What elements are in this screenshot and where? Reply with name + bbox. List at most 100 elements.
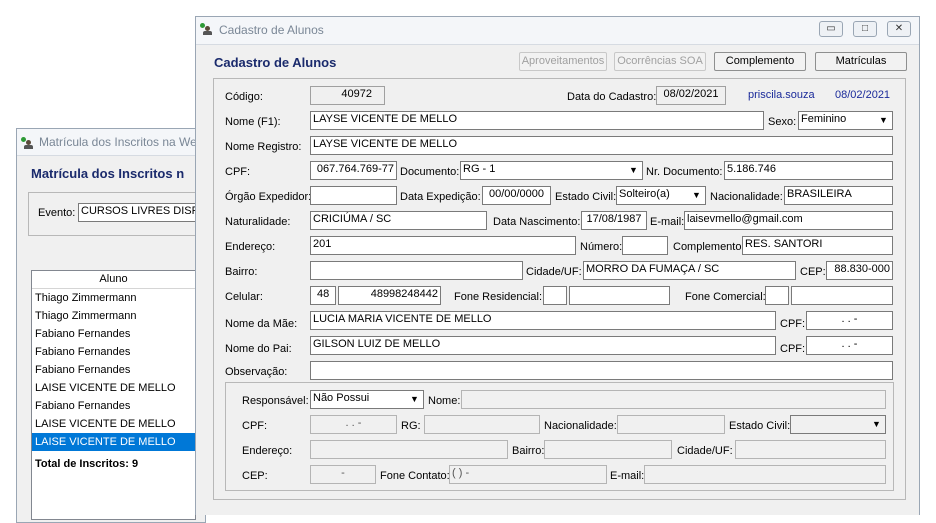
naturalidade-label: Naturalidade:: [225, 216, 291, 228]
chevron-down-icon[interactable]: ▼: [876, 113, 891, 128]
complemento-field[interactable]: RES. SANTORI: [742, 236, 893, 255]
fone-residencial-label: Fone Residencial:: [454, 291, 543, 303]
bairro-field[interactable]: [310, 261, 523, 280]
matricula-heading: Matrícula dos Inscritos n: [31, 166, 185, 181]
resp-bairro-label: Bairro:: [512, 445, 545, 457]
minimize-button[interactable]: ▭: [819, 21, 843, 37]
sexo-value: Feminino: [801, 113, 847, 125]
list-item[interactable]: Fabiano Fernandes: [32, 397, 195, 415]
numero-label: Número:: [580, 241, 623, 253]
fone-residencial-field[interactable]: [569, 286, 670, 305]
cpf-mae-label: CPF:: [780, 318, 806, 330]
resp-rg-field[interactable]: [424, 415, 540, 434]
resp-cidade-uf-field[interactable]: [735, 440, 886, 459]
naturalidade-field[interactable]: CRICIÚMA / SC: [310, 211, 487, 230]
matriculas-button[interactable]: Matrículas: [815, 52, 907, 71]
nome-mae-field[interactable]: LUCIA MARIA VICENTE DE MELLO: [310, 311, 776, 330]
close-button[interactable]: ✕: [887, 21, 911, 37]
orgao-expedidor-field[interactable]: [310, 186, 397, 205]
nr-documento-field[interactable]: 5.186.746: [724, 161, 893, 180]
list-item[interactable]: Fabiano Fernandes: [32, 361, 195, 379]
nome-registro-field[interactable]: LAYSE VICENTE DE MELLO: [310, 136, 893, 155]
responsavel-label: Responsável:: [242, 395, 309, 407]
chevron-down-icon[interactable]: ▼: [689, 188, 704, 203]
cidade-uf-field[interactable]: MORRO DA FUMAÇA / SC: [583, 261, 796, 280]
sexo-select[interactable]: Feminino ▼: [798, 111, 893, 130]
sexo-label: Sexo:: [768, 116, 797, 128]
total-inscritos: Total de Inscritos: 9: [35, 458, 139, 470]
list-item[interactable]: LAISE VICENTE DE MELLO: [32, 379, 195, 397]
observacao-field[interactable]: [310, 361, 893, 380]
resp-endereco-field[interactable]: [310, 440, 508, 459]
estado-civil-label: Estado Civil:: [555, 191, 617, 203]
resp-bairro-field[interactable]: [544, 440, 672, 459]
resp-cpf-field[interactable]: . . -: [310, 415, 397, 434]
matricula-window[interactable]: Matrícula dos Inscritos na We Matrícula …: [16, 128, 218, 523]
fone-comercial-ddd-field[interactable]: [765, 286, 789, 305]
complemento-label: Complemento:: [673, 241, 745, 253]
nome-label: Nome (F1):: [225, 116, 281, 128]
matricula-titlebar[interactable]: Matrícula dos Inscritos na We: [17, 129, 205, 156]
list-item[interactable]: Thiago Zimmermann: [32, 289, 195, 307]
codigo-field[interactable]: 40972: [310, 86, 385, 105]
evento-field[interactable]: CURSOS LIVRES DISP: [78, 203, 208, 222]
resp-email-field[interactable]: [644, 465, 886, 484]
data-expedicao-label: Data Expedição:: [400, 191, 481, 203]
cep-label: CEP:: [800, 266, 826, 278]
observacao-label: Observação:: [225, 366, 288, 378]
aproveitamentos-button[interactable]: Aproveitamentos: [519, 52, 607, 71]
evento-label: Evento:: [38, 207, 76, 219]
resp-nome-field[interactable]: [461, 390, 886, 409]
cidade-uf-label: Cidade/UF:: [526, 266, 582, 278]
chevron-down-icon[interactable]: ▼: [626, 163, 641, 178]
students-list[interactable]: Aluno Thiago Zimmermann Thiago Zimmermann…: [31, 270, 196, 520]
chevron-down-icon[interactable]: ▼: [869, 417, 884, 432]
list-item[interactable]: Fabiano Fernandes: [32, 325, 195, 343]
complemento-button[interactable]: Complemento: [714, 52, 806, 71]
cpf-mae-field[interactable]: . . -: [806, 311, 893, 330]
numero-field[interactable]: [622, 236, 668, 255]
resp-nacionalidade-field[interactable]: [617, 415, 725, 434]
responsavel-select[interactable]: Não Possui ▼: [310, 390, 424, 409]
resp-nacionalidade-label: Nacionalidade:: [544, 420, 617, 432]
cpf-field[interactable]: 067.764.769-77: [310, 161, 397, 180]
nome-pai-field[interactable]: GILSON LUIZ DE MELLO: [310, 336, 776, 355]
celular-field[interactable]: 48998248442: [338, 286, 441, 305]
fone-comercial-field[interactable]: [791, 286, 893, 305]
endereco-field[interactable]: 201: [310, 236, 576, 255]
cpf-pai-label: CPF:: [780, 343, 806, 355]
cadastro-title: Cadastro de Alunos: [219, 23, 324, 37]
estado-civil-select[interactable]: Solteiro(a) ▼: [616, 186, 706, 205]
cpf-label: CPF:: [225, 166, 251, 178]
matricula-title: Matrícula dos Inscritos na We: [39, 135, 197, 149]
cpf-pai-field[interactable]: . . -: [806, 336, 893, 355]
resp-cep-field[interactable]: -: [310, 465, 376, 484]
list-item[interactable]: LAISE VICENTE DE MELLO: [32, 433, 195, 451]
resp-fone-contato-label: Fone Contato:: [380, 470, 450, 482]
cadastro-heading: Cadastro de Alunos: [214, 55, 337, 70]
list-header-aluno[interactable]: Aluno: [32, 271, 195, 289]
data-nascimento-field[interactable]: 17/08/1987: [581, 211, 647, 230]
celular-ddd-field[interactable]: 48: [310, 286, 336, 305]
user-name: priscila.souza: [748, 89, 815, 101]
ocorrencias-soa-button[interactable]: Ocorrências SOA: [614, 52, 706, 71]
chevron-down-icon[interactable]: ▼: [407, 392, 422, 407]
cadastro-titlebar[interactable]: Cadastro de Alunos ▭ □ ✕: [196, 17, 919, 45]
fone-residencial-ddd-field[interactable]: [543, 286, 567, 305]
documento-select[interactable]: RG - 1 ▼: [460, 161, 643, 180]
resp-estado-civil-label: Estado Civil:: [729, 420, 791, 432]
student-app-icon: [200, 23, 212, 35]
resp-fone-contato-field[interactable]: ( ) -: [449, 465, 607, 484]
list-item[interactable]: LAISE VICENTE DE MELLO: [32, 415, 195, 433]
cep-field[interactable]: 88.830-000: [826, 261, 893, 280]
data-cadastro-field[interactable]: 08/02/2021: [656, 86, 726, 105]
resp-estado-civil-select[interactable]: ▼: [790, 415, 886, 434]
resp-rg-label: RG:: [401, 420, 421, 432]
maximize-button[interactable]: □: [853, 21, 877, 37]
email-field[interactable]: laisevmello@gmail.com: [684, 211, 893, 230]
nacionalidade-field[interactable]: BRASILEIRA: [784, 186, 893, 205]
list-item[interactable]: Fabiano Fernandes: [32, 343, 195, 361]
data-expedicao-field[interactable]: 00/00/0000: [482, 186, 551, 205]
nome-field[interactable]: LAYSE VICENTE DE MELLO: [310, 111, 764, 130]
list-item[interactable]: Thiago Zimmermann: [32, 307, 195, 325]
